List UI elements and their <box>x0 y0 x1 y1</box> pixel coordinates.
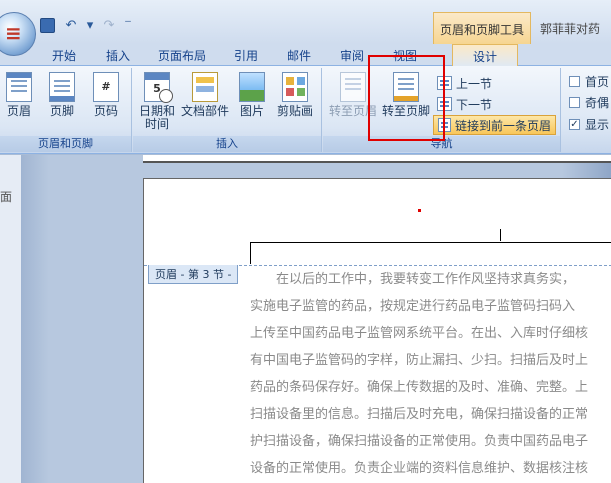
document-parts-icon <box>192 72 218 102</box>
text-line: 有中国电子监管码的字样，防止漏扫、少扫。扫描后及时上 <box>250 353 589 368</box>
clipart-button[interactable]: 剪贴画 <box>273 72 317 118</box>
odd-even-label: 奇偶 <box>585 95 610 110</box>
footer-button[interactable]: 页脚 <box>44 72 80 118</box>
ribbon-tab-bar: 开始 插入 页面布局 引用 邮件 审阅 视图 <box>0 44 611 66</box>
page-number-icon: # <box>93 72 119 102</box>
document-parts-label: 文档部件 <box>180 104 229 118</box>
header-button[interactable]: 页眉 <box>4 72 34 118</box>
tab-home[interactable]: 开始 <box>52 47 76 64</box>
document-page[interactable]: 页眉 - 第 3 节 - 在以后的工作中，我要转变工作作风坚持求真务实， 实施电… <box>143 178 611 483</box>
previous-section-button[interactable]: 上一节 <box>437 73 492 93</box>
text-line: 扫描设备里的信息。扫描后及时充电，确保扫描设备的正常 <box>250 407 589 422</box>
page-number-button[interactable]: # 页码 <box>88 72 124 118</box>
header-border-line <box>250 242 611 243</box>
save-icon <box>39 17 55 33</box>
customize-icon: ‾ <box>125 18 131 32</box>
text-line: 上传至中国药品电子监管网系统平台。在出、入库时仔细核 <box>250 326 589 341</box>
header-corner-mark <box>250 242 251 264</box>
date-time-button[interactable]: 5 日期和 时间 <box>137 72 177 131</box>
tab-mailings[interactable]: 邮件 <box>287 47 311 64</box>
text-line: 实施电子监管的药品，按规定进行药品电子监管码扫码入 <box>250 299 576 314</box>
footer-icon <box>49 72 75 102</box>
ribbon: 页眉 页脚 # 页码 页眉和页脚 5 日期和 时间 文档部件 图片 剪贴画 插入… <box>0 66 611 154</box>
calendar-icon: 5 <box>144 72 173 103</box>
odd-even-checkbox[interactable] <box>569 96 580 108</box>
annotation-highlight-box <box>368 55 445 141</box>
tab-design[interactable]: 设计 <box>452 44 518 67</box>
left-pane: 面 <box>0 155 22 483</box>
save-button[interactable] <box>38 16 56 34</box>
title-bar: ↶ ▾ ↷ ‾ 页眉和页脚工具 郭菲菲对药 <box>0 0 611 46</box>
document-title: 郭菲菲对药 <box>540 22 601 36</box>
footer-button-label: 页脚 <box>49 104 74 118</box>
show-text-label: 显示 <box>585 117 610 132</box>
clock-icon <box>159 89 173 103</box>
group-header-footer: 页眉 页脚 # 页码 页眉和页脚 <box>0 68 132 152</box>
next-section-label: 下一节 <box>456 97 493 112</box>
tab-review[interactable]: 审阅 <box>340 47 364 64</box>
office-logo-icon: ≡ <box>5 21 22 45</box>
different-odd-even-option[interactable]: 奇偶 <box>569 93 609 111</box>
text-cursor <box>500 229 501 241</box>
document-body[interactable]: 在以后的工作中，我要转变工作作风坚持求真务实， 实施电子监管的药品，按规定进行药… <box>250 266 611 483</box>
picture-icon <box>239 72 265 102</box>
header-button-label: 页眉 <box>6 104 31 118</box>
group-label-header-footer: 页眉和页脚 <box>0 136 131 152</box>
chevron-down-icon: ▾ <box>86 17 94 33</box>
undo-icon: ↶ <box>65 17 77 33</box>
previous-section-label: 上一节 <box>456 76 493 91</box>
date-time-label-line2: 时间 <box>144 117 169 131</box>
header-footer-tools-context: 页眉和页脚工具 <box>433 12 531 46</box>
picture-button[interactable]: 图片 <box>235 72 269 118</box>
show-document-text-option[interactable]: ✓ 显示 <box>569 115 609 133</box>
text-line: 护扫描设备，确保扫描设备的正常使用。负责中国药品电子 <box>250 434 589 449</box>
date-time-label-line1: 日期和 <box>138 104 175 118</box>
group-label-insert: 插入 <box>133 136 321 152</box>
picture-label: 图片 <box>239 104 264 118</box>
tab-page-layout[interactable]: 页面布局 <box>158 47 206 64</box>
text-line: 设备的正常使用。负责企业端的资料信息维护、数据核注核 <box>250 461 589 476</box>
first-page-checkbox[interactable] <box>569 75 580 87</box>
undo-button[interactable]: ↶ <box>62 16 80 34</box>
customize-qat-button[interactable]: ‾ <box>124 16 132 34</box>
different-first-page-option[interactable]: 首页 <box>569 72 609 90</box>
clipart-label: 剪贴画 <box>276 104 313 118</box>
left-pane-label: 面 <box>0 190 13 204</box>
tab-references[interactable]: 引用 <box>234 47 258 64</box>
document-parts-button[interactable]: 文档部件 <box>179 72 231 118</box>
first-page-label: 首页 <box>585 74 610 89</box>
goto-header-icon <box>340 72 366 102</box>
link-to-previous-button[interactable]: 链接到前一条页眉 <box>433 115 556 135</box>
group-insert: 5 日期和 时间 文档部件 图片 剪贴画 插入 <box>133 68 322 152</box>
undo-dropdown-button[interactable]: ▾ <box>86 16 94 34</box>
tab-insert[interactable]: 插入 <box>106 47 130 64</box>
header-icon <box>6 72 32 102</box>
previous-page-bottom <box>143 155 611 163</box>
context-tool-title: 页眉和页脚工具 <box>439 23 524 37</box>
show-text-checkbox[interactable]: ✓ <box>569 118 580 130</box>
text-line: 在以后的工作中，我要转变工作作风坚持求真务实， <box>250 272 576 287</box>
header-section-tag: 页眉 - 第 3 节 - <box>148 265 239 284</box>
redo-button[interactable]: ↷ <box>100 16 118 34</box>
text-line: 药品的条码保存好。确保上传数据的及时、准确、完整。上 <box>250 380 589 395</box>
next-section-button[interactable]: 下一节 <box>437 94 492 114</box>
quick-access-toolbar: ↶ ▾ ↷ ‾ <box>38 14 132 36</box>
red-mark <box>418 209 421 212</box>
clipart-icon <box>282 72 308 102</box>
link-to-previous-label: 链接到前一条页眉 <box>454 118 551 133</box>
redo-icon: ↷ <box>103 17 115 33</box>
page-number-button-label: 页码 <box>93 104 118 118</box>
